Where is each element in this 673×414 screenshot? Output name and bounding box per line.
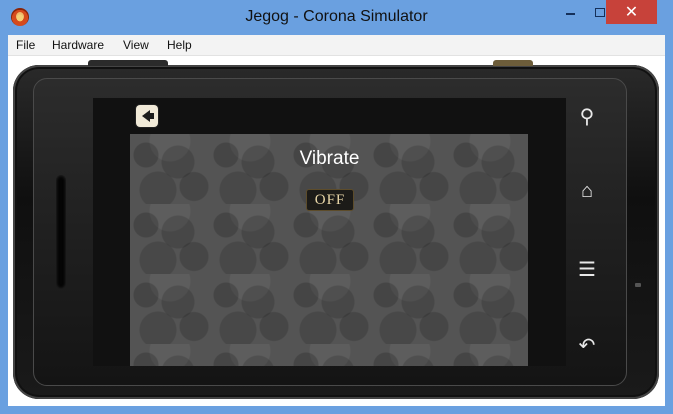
- minimize-icon: [566, 13, 575, 15]
- search-icon: ⚲: [579, 105, 595, 128]
- home-icon: ⌂: [580, 179, 594, 202]
- device-top-button: [88, 60, 168, 66]
- menu-bar: File Hardware View Help: [8, 35, 665, 56]
- menu-icon: ☰: [578, 258, 596, 281]
- home-softkey[interactable]: ⌂: [572, 176, 602, 206]
- menu-help[interactable]: Help: [167, 38, 192, 52]
- back-arrow-icon: [142, 110, 154, 122]
- menu-hardware[interactable]: Hardware: [52, 38, 104, 52]
- device-screen: Vibrate OFF: [93, 98, 566, 366]
- app-back-button[interactable]: [136, 105, 158, 127]
- device-speaker: [56, 175, 66, 289]
- back-icon: ↶: [578, 334, 596, 357]
- menu-view[interactable]: View: [123, 38, 149, 52]
- device-top-slider: [493, 60, 533, 66]
- simulator-window: Jegog - Corona Simulator ✕ File Hardware…: [0, 0, 673, 414]
- title-bar[interactable]: Jegog - Corona Simulator ✕: [0, 0, 673, 35]
- device-side-button: [635, 283, 641, 287]
- maximize-icon: [594, 7, 605, 17]
- close-icon: ✕: [624, 4, 639, 21]
- minimize-button[interactable]: [557, 0, 584, 24]
- search-softkey[interactable]: ⚲: [572, 101, 602, 131]
- menu-file[interactable]: File: [16, 38, 35, 52]
- back-softkey[interactable]: ↶: [572, 330, 602, 360]
- screen-title: Vibrate: [299, 148, 360, 169]
- close-button[interactable]: ✕: [606, 0, 657, 24]
- vibrate-toggle-button[interactable]: OFF: [306, 189, 354, 211]
- menu-softkey[interactable]: ☰: [572, 254, 602, 284]
